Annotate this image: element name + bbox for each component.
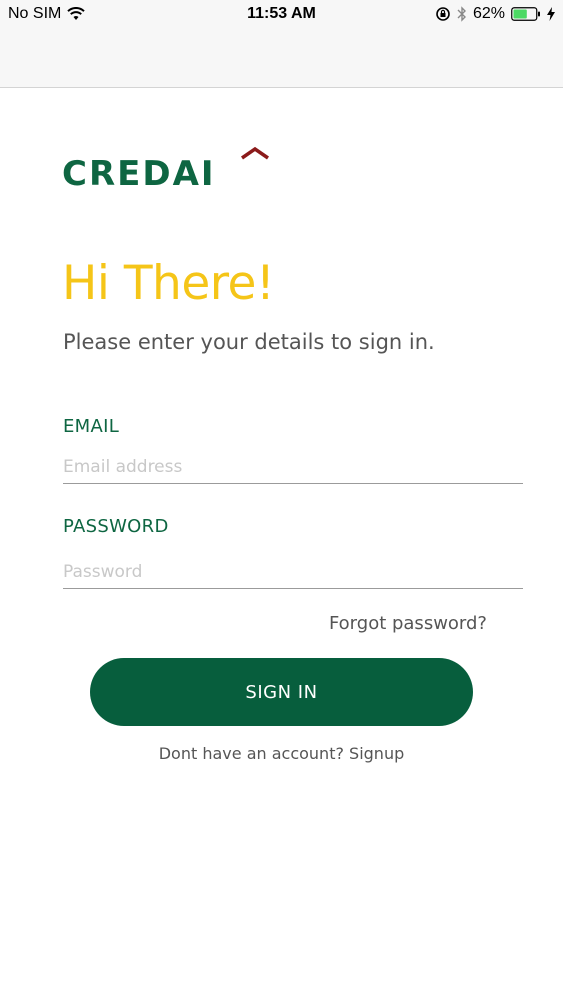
battery-percent: 62% bbox=[472, 5, 505, 22]
greeting-subtitle: Please enter your details to sign in. bbox=[63, 330, 435, 354]
battery-icon bbox=[511, 7, 540, 21]
status-right: 62% bbox=[435, 5, 555, 23]
credai-logo: CREDAI bbox=[62, 146, 269, 188]
bluetooth-icon bbox=[457, 6, 466, 22]
signup-link[interactable]: Signup bbox=[349, 744, 404, 763]
orientation-lock-icon bbox=[436, 7, 450, 21]
charging-bolt-icon bbox=[547, 7, 555, 21]
forgot-password-link[interactable]: Forgot password? bbox=[329, 613, 487, 634]
email-field[interactable] bbox=[63, 450, 523, 484]
svg-text:CREDAI: CREDAI bbox=[62, 154, 216, 188]
greeting-title: Hi There! bbox=[62, 256, 275, 311]
status-bar: No SIM 11:53 AM 62% bbox=[0, 0, 563, 30]
signup-prompt-text: Dont have an account? bbox=[158, 744, 350, 763]
password-label: PASSWORD bbox=[63, 516, 169, 537]
sign-in-button[interactable]: SIGN IN bbox=[90, 658, 473, 726]
email-label: EMAIL bbox=[63, 416, 120, 437]
navigation-bar bbox=[0, 30, 563, 88]
signup-prompt: Dont have an account? Signup bbox=[0, 744, 563, 763]
password-field[interactable] bbox=[63, 555, 523, 589]
